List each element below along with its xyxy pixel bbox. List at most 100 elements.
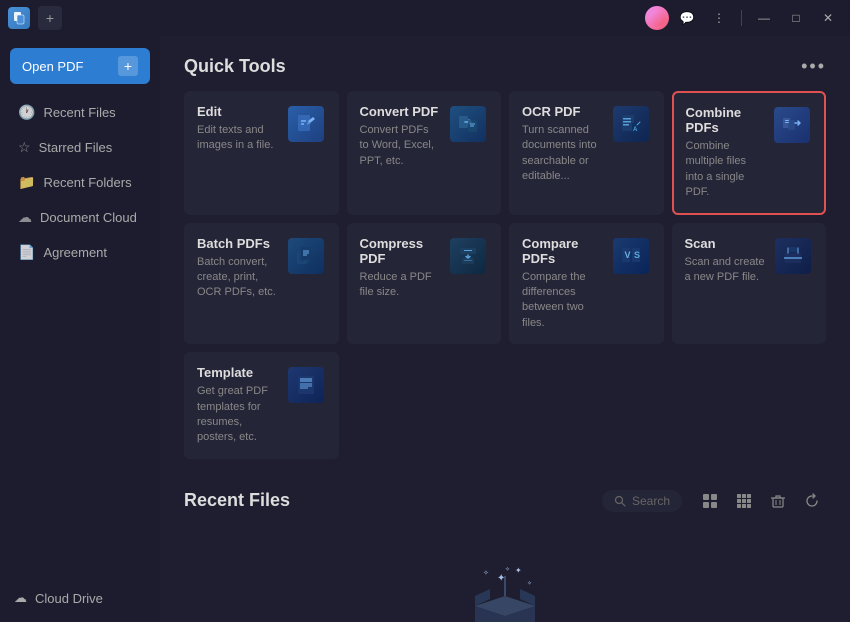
sidebar-item-label: Agreement — [43, 245, 107, 260]
tool-desc-batch: Batch convert, create, print, OCR PDFs, … — [197, 255, 278, 301]
quick-tools-more-button[interactable]: ••• — [801, 56, 826, 77]
tool-name-ocr: OCR PDF — [522, 104, 603, 119]
add-icon: + — [118, 56, 138, 76]
recent-files-controls: Search — [602, 487, 826, 515]
sidebar-item-recent-folders[interactable]: 📁 Recent Folders — [4, 166, 156, 199]
batch-icon — [288, 238, 324, 274]
tool-icon-batch — [286, 236, 326, 276]
tool-desc-scan: Scan and create a new PDF file. — [685, 255, 766, 286]
sidebar-item-starred-files[interactable]: ☆ Starred Files — [4, 131, 156, 164]
app-icon — [8, 7, 30, 29]
combine-icon — [774, 107, 810, 143]
tool-name-convert: Convert PDF — [360, 104, 441, 119]
tool-info-batch: Batch PDFs Batch convert, create, print,… — [197, 236, 278, 301]
starred-files-icon: ☆ — [18, 139, 31, 156]
tool-card-batch-pdfs[interactable]: Batch PDFs Batch convert, create, print,… — [184, 223, 339, 345]
tool-name-template: Template — [197, 365, 278, 380]
tool-icon-edit — [286, 104, 326, 144]
sidebar-nav: 🕐 Recent Files ☆ Starred Files 📁 Recent … — [0, 96, 160, 582]
more-options-button[interactable]: ⋮ — [705, 7, 733, 29]
maximize-button[interactable]: □ — [782, 7, 810, 29]
tool-info-combine: Combine PDFs Combine multiple files into… — [686, 105, 765, 201]
tool-info-convert: Convert PDF Convert PDFs to Word, Excel,… — [360, 104, 441, 169]
open-pdf-button[interactable]: Open PDF + — [10, 48, 150, 84]
tool-icon-template — [286, 365, 326, 405]
search-bar[interactable]: Search — [602, 490, 682, 512]
tool-info-template: Template Get great PDF templates for res… — [197, 365, 278, 446]
sidebar-item-document-cloud[interactable]: ☁ Document Cloud — [4, 201, 156, 234]
tool-desc-combine: Combine multiple files into a single PDF… — [686, 139, 765, 201]
empty-state: ✦ ✧ ✦ ✧ ✧ There aren't any recent files.… — [184, 531, 826, 622]
sidebar-item-label: Recent Files — [43, 105, 115, 120]
open-pdf-label: Open PDF — [22, 59, 83, 74]
tool-card-compare-pdfs[interactable]: Compare PDFs Compare the differences bet… — [509, 223, 664, 345]
tool-desc-compress: Reduce a PDF file size. — [360, 270, 441, 301]
recent-files-icon: 🕐 — [18, 104, 35, 121]
tool-icon-compress — [448, 236, 488, 276]
tool-desc-edit: Edit texts and images in a file. — [197, 123, 278, 154]
sidebar-item-agreement[interactable]: 📄 Agreement — [4, 236, 156, 269]
svg-text:✧: ✧ — [527, 580, 532, 587]
tool-desc-compare: Compare the differences between two file… — [522, 270, 603, 332]
tool-name-compare: Compare PDFs — [522, 236, 603, 266]
svg-text:V: V — [624, 250, 630, 260]
tool-icon-convert — [448, 104, 488, 144]
sidebar-item-recent-files[interactable]: 🕐 Recent Files — [4, 96, 156, 129]
tool-info-compare: Compare PDFs Compare the differences bet… — [522, 236, 603, 332]
recent-files-header: Recent Files Search — [184, 487, 826, 515]
tool-card-compress-pdf[interactable]: Compress PDF Reduce a PDF file size. — [347, 223, 502, 345]
tool-name-compress: Compress PDF — [360, 236, 441, 266]
tool-icon-scan — [773, 236, 813, 276]
recent-files-title: Recent Files — [184, 490, 290, 511]
tool-card-scan[interactable]: Scan Scan and create a new PDF file. — [672, 223, 827, 345]
sidebar: Open PDF + 🕐 Recent Files ☆ Starred File… — [0, 36, 160, 622]
ocr-icon: A — [613, 106, 649, 142]
main-content: Quick Tools ••• Edit Edit texts and imag… — [160, 36, 850, 622]
svg-text:✧: ✧ — [483, 569, 489, 577]
minimize-button[interactable]: — — [750, 7, 778, 29]
svg-text:✧: ✧ — [505, 566, 510, 573]
tools-grid: Edit Edit texts and images in a file. — [184, 91, 826, 459]
grid-small-view-button[interactable] — [730, 487, 758, 515]
main-layout: Open PDF + 🕐 Recent Files ☆ Starred File… — [0, 36, 850, 622]
tool-card-convert-pdf[interactable]: Convert PDF Convert PDFs to Word, Excel,… — [347, 91, 502, 215]
tool-card-ocr-pdf[interactable]: OCR PDF Turn scanned documents into sear… — [509, 91, 664, 215]
tool-card-combine-pdfs[interactable]: Combine PDFs Combine multiple files into… — [672, 91, 827, 215]
sidebar-item-cloud-drive[interactable]: ☁ Cloud Drive — [0, 582, 160, 614]
divider — [741, 10, 742, 26]
quick-tools-header: Quick Tools ••• — [184, 56, 826, 77]
compress-icon — [450, 238, 486, 274]
tool-icon-combine — [772, 105, 812, 145]
svg-text:S: S — [634, 250, 640, 260]
search-placeholder: Search — [632, 494, 670, 508]
tool-icon-ocr: A — [611, 104, 651, 144]
template-icon — [288, 367, 324, 403]
new-tab-button[interactable]: + — [38, 6, 62, 30]
close-button[interactable]: ✕ — [814, 7, 842, 29]
avatar[interactable] — [645, 6, 669, 30]
tool-info-ocr: OCR PDF Turn scanned documents into sear… — [522, 104, 603, 185]
convert-icon — [450, 106, 486, 142]
title-bar-right: 💬 ⋮ — □ ✕ — [645, 6, 842, 30]
chat-button[interactable]: 💬 — [673, 7, 701, 29]
tool-card-edit[interactable]: Edit Edit texts and images in a file. — [184, 91, 339, 215]
edit-icon — [288, 106, 324, 142]
svg-text:A: A — [633, 127, 638, 133]
delete-button[interactable] — [764, 487, 792, 515]
title-bar: + 💬 ⋮ — □ ✕ — [0, 0, 850, 36]
quick-tools-title: Quick Tools — [184, 56, 286, 77]
tool-name-combine: Combine PDFs — [686, 105, 765, 135]
sidebar-item-label: Recent Folders — [43, 175, 131, 190]
tool-card-template[interactable]: Template Get great PDF templates for res… — [184, 352, 339, 459]
tool-name-batch: Batch PDFs — [197, 236, 278, 251]
tool-desc-convert: Convert PDFs to Word, Excel, PPT, etc. — [360, 123, 441, 169]
tool-info-compress: Compress PDF Reduce a PDF file size. — [360, 236, 441, 301]
search-icon — [614, 495, 626, 507]
refresh-button[interactable] — [798, 487, 826, 515]
tool-icon-compare: V S — [611, 236, 651, 276]
grid-large-view-button[interactable] — [696, 487, 724, 515]
view-controls — [696, 487, 826, 515]
scan-icon — [775, 238, 811, 274]
tool-desc-template: Get great PDF templates for resumes, pos… — [197, 384, 278, 446]
agreement-icon: 📄 — [18, 244, 35, 261]
